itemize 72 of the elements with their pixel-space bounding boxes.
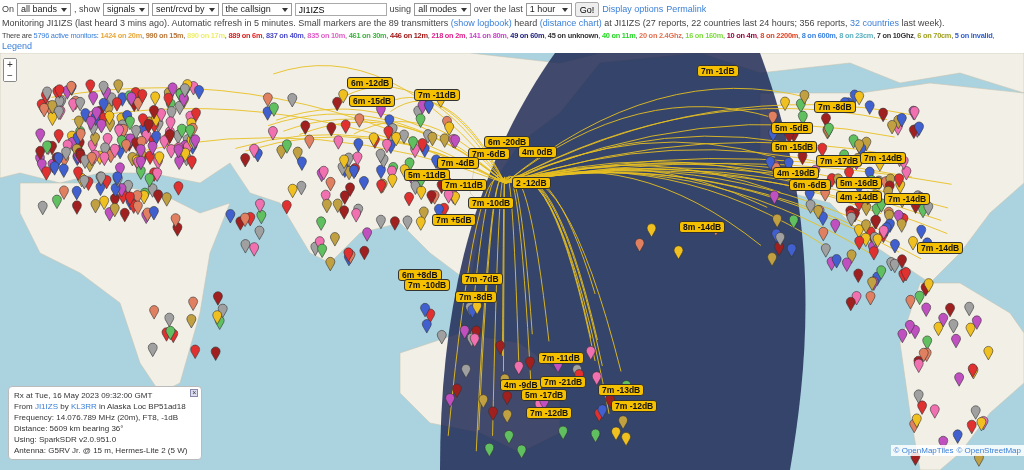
popup-text: Rx at Tue, 16 May 2023 09:32:00 GMT	[14, 390, 153, 401]
signal-report-label: 7m -11dB	[538, 352, 584, 364]
attribution-link[interactable]: © OpenMapTiles	[893, 446, 954, 455]
band-select[interactable]: all bands	[17, 3, 72, 16]
caret-icon	[561, 7, 568, 12]
signal-report-label: 7m -14dB	[917, 242, 964, 254]
signal-report-label: 2 -12dB	[512, 177, 551, 189]
signal-report-label: 7m +5dB	[432, 214, 476, 226]
popup-text: Antenna: G5RV Jr. @ 15 m, Hermes-Lite 2 (5 W)	[14, 445, 188, 456]
header-link[interactable]: Display options	[602, 3, 664, 16]
caret-icon	[460, 7, 467, 12]
signal-report-label: 6m -20dB	[484, 136, 531, 148]
popup-text: Frequency: 14.076.789 MHz (20m), FT8, -1dB	[14, 412, 179, 423]
legend-link[interactable]: Legend	[2, 41, 33, 51]
direction-select[interactable]: sent/rcvd by	[152, 3, 219, 16]
signal-report-label: 4m -9dB	[500, 379, 542, 391]
signal-report-label: 5m -15dB	[771, 141, 818, 153]
header-link[interactable]: Permalink	[666, 3, 707, 16]
signal-report-label: 7m -4dB	[437, 157, 479, 169]
signal-report-label: 7m -11dB	[414, 89, 460, 101]
signal-report-label: 7m -8dB	[455, 291, 497, 303]
signal-report-label: 7m -10dB	[468, 197, 515, 209]
over-label: over the last	[473, 3, 523, 16]
show-label: , show	[74, 3, 101, 16]
signal-report-label: 4m -14dB	[836, 191, 883, 203]
signal-report-label: 7m -17dB	[816, 155, 863, 167]
signal-report-label: 7m -10dB	[404, 279, 451, 291]
using-label: using	[389, 3, 412, 16]
signal-report-label: 7m -11dB	[441, 179, 487, 191]
signal-report-label: 5m -11dB	[404, 169, 450, 181]
callsign-field[interactable]: JI1IZS	[294, 3, 387, 16]
caret-icon	[208, 7, 215, 12]
signal-report-label: 7m -12dB	[526, 407, 573, 419]
signal-report-label: 6m -15dB	[349, 95, 396, 107]
signal-report-label: 7m -14dB	[860, 152, 907, 164]
signal-report-label: 4m -19dB	[773, 167, 820, 179]
caret-icon	[281, 7, 288, 12]
signal-report-label: 6m -6dB	[789, 179, 831, 191]
signal-report-label: 5m -16dB	[836, 177, 883, 189]
go-button[interactable]: Go!	[574, 2, 600, 17]
mode-select[interactable]: all modes	[414, 3, 471, 16]
show-select[interactable]: signals	[103, 3, 150, 16]
signal-report-label: 7m -14dB	[884, 193, 931, 205]
on-label: On	[2, 3, 14, 16]
signal-report-label: 7m -7dB	[461, 273, 503, 285]
signal-report-label: 4m 0dB	[518, 146, 557, 158]
zoom-in-button[interactable]: +	[4, 59, 16, 70]
signal-report-label: 7m -8dB	[814, 101, 856, 113]
popup-text: From JI1IZS by KL3RR in Alaska Loc BP51ad18	[14, 401, 186, 412]
signal-report-label: 8m -14dB	[679, 221, 726, 233]
status-link[interactable]: 32 countries	[849, 18, 899, 28]
caret-icon	[139, 7, 146, 12]
monitoring-status-text: Monitoring JI1IZS (last heard 3 mins ago). Automatic refresh in 5 minutes. Small markers are the 89 transmitters (show logbook) heard (distance chart) at JI1IZS (27 reports, 22 countries last 24 hours; 356 reports, 32 countries last week).	[2, 18, 946, 30]
callsign-link[interactable]: KL3RR	[70, 402, 97, 411]
signal-report-label: 5m -17dB	[521, 389, 568, 401]
signal-report-label: 6m -12dB	[347, 77, 394, 89]
caret-icon	[61, 7, 68, 12]
signal-report-label: 7m -21dB	[540, 376, 587, 388]
status-link[interactable]: (show logbook)	[450, 18, 512, 28]
signal-report-label: 7m -13dB	[598, 384, 645, 396]
signal-report-label: 7m -1dB	[697, 65, 739, 77]
signal-report-label: 7m -12dB	[611, 400, 658, 412]
callsign-link[interactable]: JI1IZS	[34, 402, 58, 411]
status-link[interactable]: (distance chart)	[539, 18, 602, 28]
signal-report-label: 7m -6dB	[468, 148, 510, 160]
period-select[interactable]: 1 hour	[525, 3, 572, 16]
target-select[interactable]: the callsign	[221, 3, 292, 16]
world-map[interactable]	[0, 53, 1024, 470]
popup-text: Distance: 5609 km bearing 36°	[14, 423, 124, 434]
signal-report-label: 5m -5dB	[771, 122, 813, 134]
popup-text: Using: SparkSDR v2.0.951.0	[14, 434, 117, 445]
attribution-link[interactable]: © OpenStreetMap	[956, 446, 1021, 455]
